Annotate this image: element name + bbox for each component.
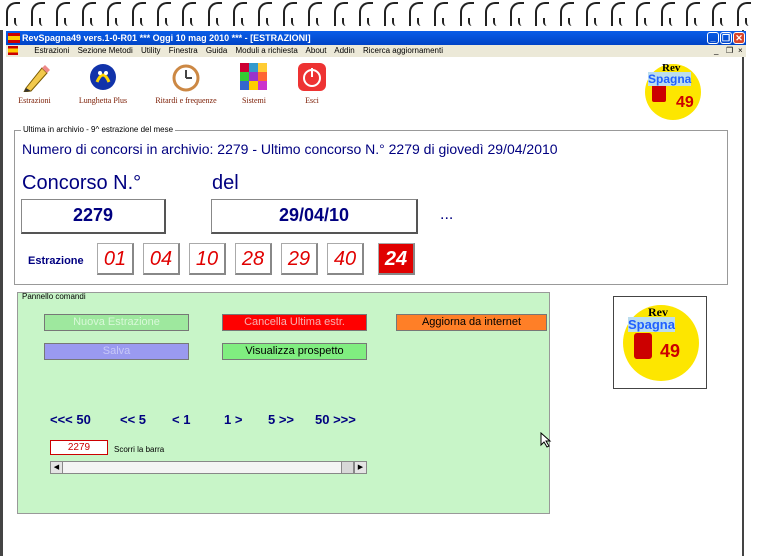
lottery-hand-icon — [88, 62, 118, 92]
toolbar-ritardi-button[interactable]: Ritardi e frequenze — [145, 62, 227, 105]
menu-utility[interactable]: Utility — [141, 46, 161, 55]
spiral-ring — [636, 2, 650, 26]
menu-ricerca[interactable]: Ricerca aggiornamenti — [363, 46, 443, 55]
menu-moduli[interactable]: Moduli a richiesta — [236, 46, 298, 55]
salva-button[interactable]: Salva — [44, 343, 189, 360]
menu-sezione-metodi[interactable]: Sezione Metodi — [78, 46, 133, 55]
alarm-clock-icon — [171, 62, 201, 92]
drawn-number: 29 — [281, 243, 318, 275]
spiral-ring — [333, 2, 348, 26]
concorso-label: Concorso N.° — [22, 172, 142, 194]
spiral-ring — [560, 2, 575, 26]
spiral-ring — [434, 2, 449, 26]
drawn-number: 10 — [189, 243, 226, 275]
spiral-ring — [535, 2, 550, 26]
scroll-label: Scorri la barra — [114, 445, 165, 454]
page-right-border — [742, 30, 744, 556]
concorso-value: 2279 — [21, 199, 166, 234]
spiral-ring — [6, 2, 20, 26]
spiral-ring — [283, 2, 298, 26]
del-label: del — [212, 172, 239, 194]
nav-back-50[interactable]: <<< 50 — [50, 412, 91, 427]
window-title-bar: RevSpagna49 vers.1-0-R01 *** Oggi 10 mag… — [6, 31, 746, 45]
nav-forward-50[interactable]: 50 >>> — [315, 412, 356, 427]
spiral-ring — [610, 2, 625, 26]
nav-forward-1[interactable]: 1 > — [224, 412, 242, 427]
visualizza-prospetto-button[interactable]: Visualizza prospetto — [222, 343, 367, 360]
scroll-right-icon[interactable]: ▶ — [354, 462, 366, 473]
nav-back-5[interactable]: << 5 — [120, 412, 146, 427]
spiral-ring — [409, 2, 424, 26]
toolbar-esci-button[interactable]: Esci — [293, 62, 331, 105]
mdi-minimize-icon[interactable]: _ — [714, 45, 718, 57]
spiral-ring — [358, 2, 373, 26]
more-ellipsis: ... — [440, 206, 454, 223]
mdi-close-icon[interactable]: × — [738, 45, 743, 57]
mdi-restore-icon[interactable]: ❐ — [726, 45, 733, 57]
spiral-ring — [157, 2, 172, 26]
mouse-cursor-icon — [540, 432, 552, 448]
toolbar-estrazioni-button[interactable]: Estrazioni — [12, 62, 57, 105]
revspagna-logo: Rev Spagna 49 — [632, 60, 714, 120]
mdi-flag-icon — [8, 46, 18, 55]
spiral-ring — [31, 2, 46, 26]
pencil-icon — [20, 62, 50, 93]
scroll-left-icon[interactable]: ◀ — [51, 462, 63, 473]
menu-estrazioni[interactable]: Estrazioni — [34, 46, 69, 55]
spiral-ring — [232, 2, 247, 26]
toolbar-sistemi-button[interactable]: Sistemi — [233, 62, 275, 105]
toolbar-lunghetta-button[interactable]: Lunghetta Plus — [68, 62, 138, 105]
drawn-number: 04 — [143, 243, 180, 275]
page-left-border — [0, 30, 3, 556]
complementare-number: 24 — [378, 243, 415, 275]
drawn-number: 01 — [97, 243, 134, 275]
spiral-ring — [308, 2, 323, 26]
panel-legend: Pannello comandi — [22, 292, 86, 301]
menu-finestra[interactable]: Finestra — [169, 46, 198, 55]
spiral-ring — [711, 2, 726, 26]
spiral-ring — [661, 2, 676, 26]
nav-forward-5[interactable]: 5 >> — [268, 412, 294, 427]
drawn-number: 28 — [235, 243, 272, 275]
spiral-ring — [484, 2, 499, 26]
spiral-ring — [384, 2, 398, 26]
nav-back-1[interactable]: < 1 — [172, 412, 190, 427]
color-grid-icon — [239, 62, 269, 92]
app-flag-icon — [8, 33, 20, 43]
spiral-ring — [207, 2, 222, 26]
nuova-estrazione-button[interactable]: Nuova Estrazione — [44, 314, 189, 331]
spiral-ring — [736, 2, 751, 26]
minimize-icon[interactable]: _ — [707, 32, 719, 44]
spiral-ring — [81, 2, 96, 26]
archive-info-text: Numero di concorsi in archivio: 2279 - U… — [22, 141, 558, 157]
spiral-ring — [510, 2, 524, 26]
spiral-ring — [459, 2, 474, 26]
menu-addin[interactable]: Addin — [334, 46, 354, 55]
spiral-ring — [585, 2, 600, 26]
drawn-number: 40 — [327, 243, 364, 275]
menu-about[interactable]: About — [306, 46, 327, 55]
spiral-binding — [0, 0, 757, 34]
menu-bar: Estrazioni Sezione Metodi Utility Finest… — [6, 45, 746, 57]
menu-guida[interactable]: Guida — [206, 46, 227, 55]
spiral-ring — [56, 2, 71, 26]
estrazione-label: Estrazione — [28, 255, 84, 267]
logo-box: Rev Spagna 49 — [613, 296, 707, 389]
close-icon[interactable]: ✕ — [733, 32, 745, 44]
spiral-ring — [182, 2, 197, 26]
spiral-ring — [686, 2, 701, 26]
spiral-ring — [258, 2, 272, 26]
power-icon — [297, 62, 327, 92]
date-value: 29/04/10 — [211, 199, 418, 234]
scroll-value-field[interactable]: 2279 — [50, 440, 108, 455]
aggiorna-internet-button[interactable]: Aggiorna da internet — [396, 314, 547, 331]
spiral-ring — [132, 2, 146, 26]
cancella-ultima-button[interactable]: Cancella Ultima estr. — [222, 314, 367, 331]
scroll-thumb[interactable] — [341, 462, 354, 473]
spiral-ring — [106, 2, 121, 26]
scrollbar[interactable]: ◀ ▶ — [50, 461, 367, 474]
window-title: RevSpagna49 vers.1-0-R01 *** Oggi 10 mag… — [22, 33, 311, 43]
restore-icon[interactable]: ❐ — [720, 32, 732, 44]
